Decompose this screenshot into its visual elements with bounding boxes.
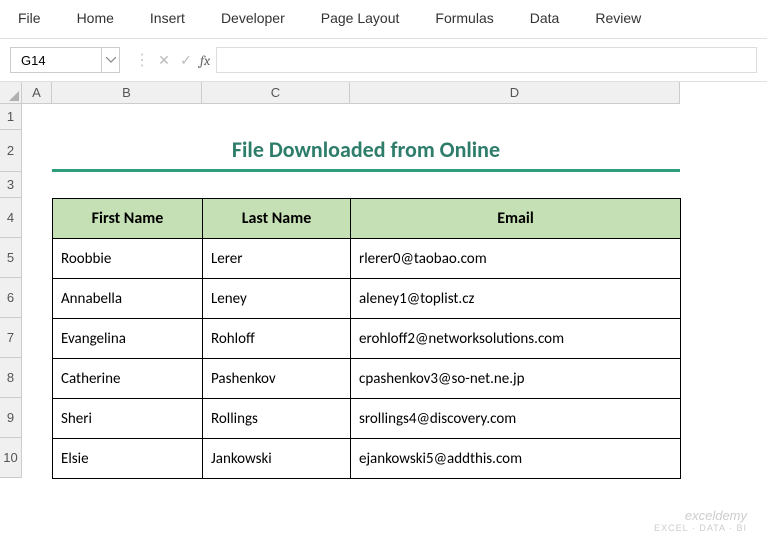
column-header-C[interactable]: C [202,82,350,104]
name-box-dropdown-icon[interactable] [101,48,119,72]
table-row: AnnabellaLeneyaleney1@toplist.cz [53,279,681,319]
table-row: RoobbieLererrlerer0@taobao.com [53,239,681,279]
row-header-3[interactable]: 3 [0,172,22,198]
sheet-title[interactable]: File Downloaded from Online [52,130,680,172]
table-row: CatherinePashenkovcpashenkov3@so-net.ne.… [53,359,681,399]
table-cell[interactable]: Lerer [203,239,351,279]
ribbon-tab-formulas[interactable]: Formulas [417,6,511,30]
table-cell[interactable]: Rollings [203,399,351,439]
table-cell[interactable]: Jankowski [203,439,351,479]
table-cell[interactable]: Elsie [53,439,203,479]
row-header-1[interactable]: 1 [0,104,22,130]
name-box-value[interactable]: G14 [11,51,101,70]
row-header-8[interactable]: 8 [0,358,22,398]
row-header-2[interactable]: 2 [0,130,22,172]
name-box[interactable]: G14 [10,47,120,73]
table-header[interactable]: Email [351,199,681,239]
ribbon-tab-home[interactable]: Home [59,6,132,30]
row-header-6[interactable]: 6 [0,278,22,318]
data-table: First NameLast NameEmailRoobbieLererrler… [52,198,681,479]
row-header-10[interactable]: 10 [0,438,22,478]
ribbon-tab-file[interactable]: File [0,6,59,30]
table-cell[interactable]: Annabella [53,279,203,319]
table-cell[interactable]: Pashenkov [203,359,351,399]
row-header-7[interactable]: 7 [0,318,22,358]
column-header-D[interactable]: D [350,82,680,104]
ribbon-tab-insert[interactable]: Insert [132,6,203,30]
row-header-9[interactable]: 9 [0,398,22,438]
table-row: SheriRollingssrollings4@discovery.com [53,399,681,439]
cancel-formula-icon[interactable]: ✕ [156,52,172,69]
table-cell[interactable]: Rohloff [203,319,351,359]
select-all-corner[interactable] [0,82,22,104]
table-cell[interactable]: Leney [203,279,351,319]
ribbon-tab-review[interactable]: Review [577,6,659,30]
table-cell[interactable]: cpashenkov3@so-net.ne.jp [351,359,681,399]
column-header-B[interactable]: B [52,82,202,104]
table-header[interactable]: Last Name [203,199,351,239]
row-header-5[interactable]: 5 [0,238,22,278]
table-cell[interactable]: ejankowski5@addthis.com [351,439,681,479]
table-cell[interactable]: Sheri [53,399,203,439]
watermark: exceldemy EXCEL · DATA · BI [654,508,747,534]
column-header-A[interactable]: A [22,82,52,104]
table-header[interactable]: First Name [53,199,203,239]
ribbon-tab-page-layout[interactable]: Page Layout [303,6,418,30]
table-cell[interactable]: erohloff2@networksolutions.com [351,319,681,359]
table-row: EvangelinaRohlofferohloff2@networksoluti… [53,319,681,359]
table-cell[interactable]: srollings4@discovery.com [351,399,681,439]
table-cell[interactable]: Evangelina [53,319,203,359]
formula-bar: G14 ⋮ ✕ ✓ fx [0,39,767,82]
table-cell[interactable]: aleney1@toplist.cz [351,279,681,319]
ribbon-tab-developer[interactable]: Developer [203,6,303,30]
fx-icon[interactable]: fx [200,52,210,69]
formula-input[interactable] [216,47,757,73]
ribbon-tab-data[interactable]: Data [512,6,578,30]
table-cell[interactable]: rlerer0@taobao.com [351,239,681,279]
enter-formula-icon[interactable]: ✓ [178,52,194,69]
table-cell[interactable]: Roobbie [53,239,203,279]
ribbon-tabs: FileHomeInsertDeveloperPage LayoutFormul… [0,0,767,39]
row-header-4[interactable]: 4 [0,198,22,238]
table-row: ElsieJankowskiejankowski5@addthis.com [53,439,681,479]
divider-icon: ⋮ [134,50,150,70]
table-cell[interactable]: Catherine [53,359,203,399]
